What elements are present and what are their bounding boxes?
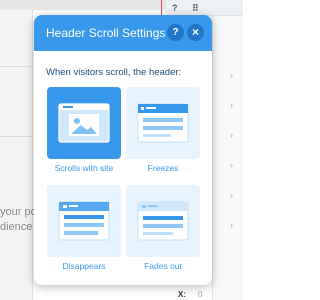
right-panel — [212, 0, 243, 300]
close-button[interactable]: × — [187, 24, 204, 41]
chevron-right-icon[interactable]: › — [230, 130, 233, 140]
right-panel-top-bar: ? ⠿ — [166, 0, 243, 16]
option-label: Disappears — [62, 261, 106, 271]
dialog-title: Header Scroll Settings — [46, 26, 166, 40]
panel-help-icon[interactable]: ? — [172, 3, 178, 13]
divider — [0, 136, 33, 137]
freezes-icon — [137, 103, 189, 143]
chevron-right-icon[interactable]: › — [230, 190, 233, 200]
help-button[interactable]: ? — [167, 24, 184, 41]
chevron-right-icon[interactable]: › — [230, 160, 233, 170]
option-card[interactable] — [47, 185, 121, 257]
fades-out-icon — [137, 201, 189, 241]
canvas-text-line: dience t — [0, 221, 39, 233]
option-card[interactable] — [47, 87, 121, 159]
dialog-header: Header Scroll Settings ? × — [34, 15, 212, 51]
option-label: Freezes — [147, 163, 179, 173]
guide-line — [161, 0, 162, 16]
option-scrolls-with-site[interactable]: Scrolls with site — [47, 87, 121, 173]
x-coordinate-field[interactable]: 0 — [198, 290, 202, 299]
option-disappears[interactable]: Disappears — [47, 185, 121, 271]
option-card[interactable] — [126, 87, 200, 159]
panel-drag-grip-icon[interactable]: ⠿ — [192, 3, 199, 14]
scroll-behavior-prompt: When visitors scroll, the header: — [46, 67, 182, 78]
option-freezes[interactable]: Freezes — [126, 87, 200, 173]
option-fades-out[interactable]: Fades out — [126, 185, 200, 271]
option-card[interactable] — [126, 185, 200, 257]
coord-label: X: — [178, 290, 186, 299]
disappears-icon — [58, 201, 110, 241]
divider — [0, 66, 33, 67]
option-label: Scrolls with site — [54, 163, 114, 173]
option-label: Fades out — [144, 261, 182, 271]
scrolls-with-site-icon — [58, 103, 110, 143]
chevron-right-icon[interactable]: › — [230, 220, 233, 230]
chevron-right-icon[interactable]: › — [230, 70, 233, 80]
chevron-right-icon[interactable]: › — [230, 100, 233, 110]
header-scroll-settings-dialog: Header Scroll Settings ? × When visitors… — [34, 15, 212, 285]
editor-canvas-left — [0, 10, 33, 300]
x-coordinate-readout: X: 0 — [178, 290, 202, 299]
